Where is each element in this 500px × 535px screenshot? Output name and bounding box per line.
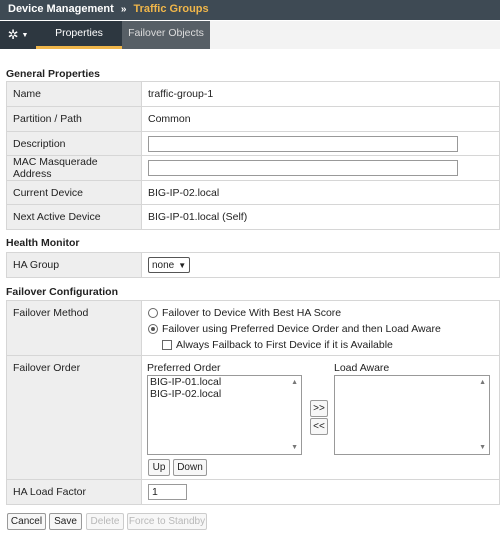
load-aware-title: Load Aware (334, 362, 390, 374)
chevron-down-icon: ▼ (178, 260, 187, 270)
next-active-device-label: Next Active Device (6, 204, 142, 230)
description-input[interactable] (148, 135, 458, 152)
chevron-down-icon: ▼ (21, 31, 29, 39)
general-properties-title: General Properties (6, 68, 100, 80)
delete-button[interactable]: Delete (86, 513, 124, 530)
health-monitor-table: HA Group none ▼ (6, 252, 500, 278)
tab-failover-objects[interactable]: Failover Objects (122, 21, 210, 49)
cancel-button[interactable]: Cancel (7, 513, 46, 530)
move-right-button[interactable]: >> (310, 400, 328, 417)
failover-option-preferred[interactable]: Failover using Preferred Device Order an… (148, 321, 493, 337)
breadcrumb-separator: » (120, 4, 127, 15)
partition-value: Common (141, 106, 500, 132)
general-properties-table: Name traffic-group-1 Partition / Path Co… (6, 81, 500, 230)
move-up-button[interactable]: Up (148, 459, 170, 476)
scroll-down-icon[interactable]: ▼ (479, 444, 486, 451)
failover-option-best-ha-label: Failover to Device With Best HA Score (162, 307, 342, 319)
tab-bar: ✲ ▼ Properties Failover Objects (0, 21, 500, 49)
name-label: Name (6, 81, 142, 107)
move-down-button[interactable]: Down (173, 459, 207, 476)
failback-checkbox[interactable] (162, 340, 172, 350)
radio-button[interactable] (148, 308, 158, 318)
breadcrumb-root[interactable]: Device Management (8, 3, 114, 15)
gear-icon: ✲ (7, 27, 19, 42)
current-device-label: Current Device (6, 180, 142, 205)
mac-masquerade-label: MAC Masquerade Address (6, 155, 142, 181)
move-left-button[interactable]: << (310, 418, 328, 435)
scroll-up-icon[interactable]: ▲ (291, 379, 298, 386)
list-item[interactable]: BIG-IP-02.local (148, 388, 301, 400)
failover-order-label: Failover Order (6, 355, 142, 480)
tab-properties[interactable]: Properties (36, 21, 122, 49)
ha-load-factor-input[interactable]: 1 (148, 484, 187, 500)
ha-load-factor-label: HA Load Factor (6, 479, 142, 505)
health-monitor-title: Health Monitor (6, 237, 80, 249)
ha-group-select[interactable]: none ▼ (148, 257, 191, 273)
next-active-device-value: BIG-IP-01.local (Self) (141, 204, 500, 230)
radio-button-selected[interactable] (148, 324, 158, 334)
preferred-order-title: Preferred Order (147, 362, 221, 374)
breadcrumb-current: Traffic Groups (133, 3, 209, 15)
failover-option-preferred-label: Failover using Preferred Device Order an… (162, 323, 441, 335)
name-value: traffic-group-1 (141, 81, 500, 107)
description-label: Description (6, 131, 142, 156)
partition-label: Partition / Path (6, 106, 142, 132)
list-item[interactable]: BIG-IP-01.local (148, 376, 301, 388)
current-device-value: BIG-IP-02.local (141, 180, 500, 205)
mac-masquerade-input[interactable] (148, 160, 458, 176)
scroll-down-icon[interactable]: ▼ (291, 444, 298, 451)
preferred-order-list[interactable]: BIG-IP-01.local BIG-IP-02.local ▲ ▼ (147, 375, 302, 455)
failback-option[interactable]: Always Failback to First Device if it is… (148, 337, 493, 353)
failback-label: Always Failback to First Device if it is… (176, 339, 393, 351)
failover-method-label: Failover Method (6, 300, 142, 356)
failover-configuration-title: Failover Configuration (6, 286, 119, 298)
ha-group-label: HA Group (6, 252, 142, 278)
save-button[interactable]: Save (49, 513, 82, 530)
settings-menu-button[interactable]: ✲ ▼ (0, 21, 36, 49)
breadcrumb: Device Management » Traffic Groups (0, 0, 500, 20)
ha-group-value: none (152, 259, 175, 271)
scroll-up-icon[interactable]: ▲ (479, 379, 486, 386)
load-aware-list[interactable]: ▲ ▼ (334, 375, 490, 455)
failover-option-best-ha[interactable]: Failover to Device With Best HA Score (148, 305, 493, 321)
force-to-standby-button[interactable]: Force to Standby (127, 513, 207, 530)
